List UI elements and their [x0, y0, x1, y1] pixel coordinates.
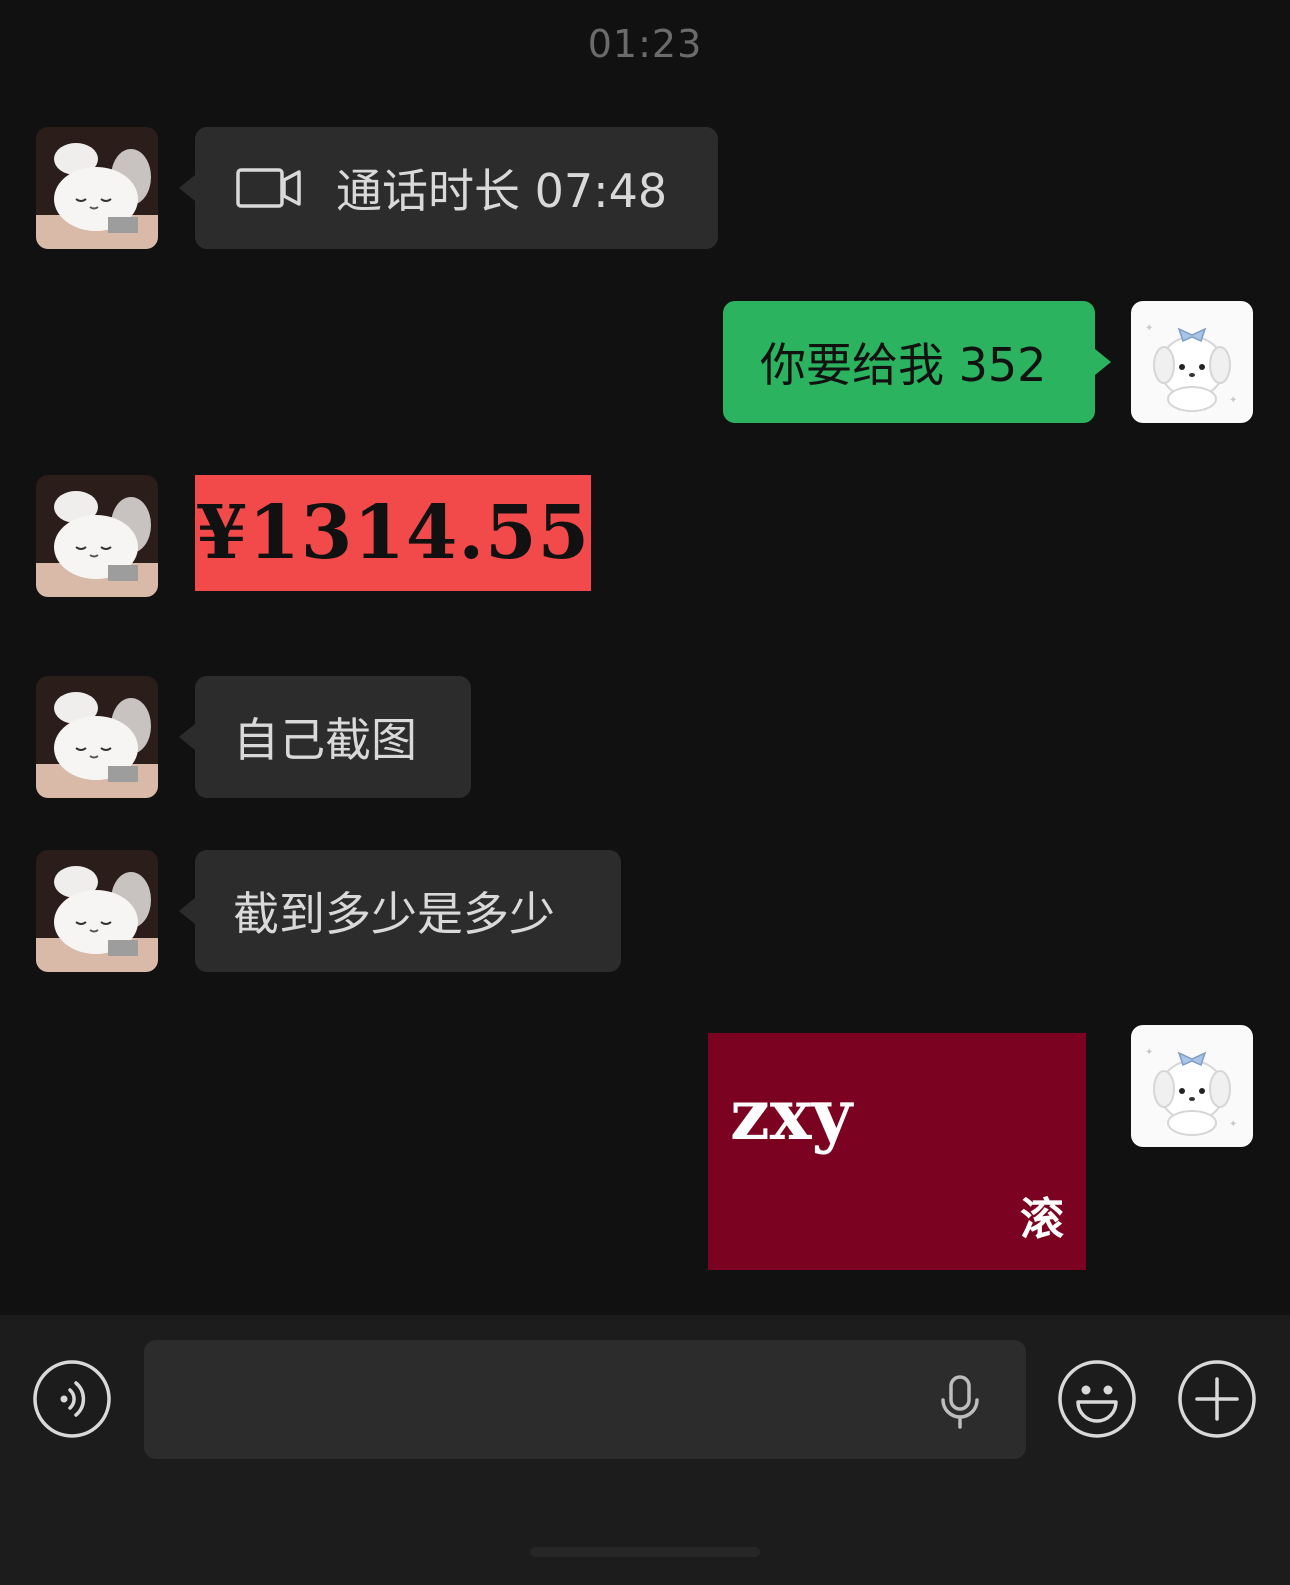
contact-avatar[interactable]: [36, 676, 158, 798]
svg-text:✦: ✦: [1229, 1119, 1237, 1130]
outgoing-message-bubble[interactable]: 你要给我 352: [723, 301, 1111, 423]
message-text: 你要给我 352: [760, 338, 1047, 392]
bunny-plush-avatar: [36, 676, 158, 798]
sticker-image[interactable]: zxy 滚: [708, 1033, 1086, 1270]
svg-text:✦: ✦: [1229, 395, 1237, 406]
sticker-text-line2: 滚: [1020, 1194, 1064, 1245]
svg-text:✦: ✦: [1145, 1047, 1153, 1058]
chat-input-bar: [0, 1315, 1290, 1585]
message-text: 截到多少是多少: [233, 887, 555, 941]
contact-avatar[interactable]: [36, 127, 158, 249]
white-puppy-avatar: ✦ ✦: [1131, 301, 1253, 423]
message-text: 自己截图: [233, 713, 417, 767]
money-amount-image[interactable]: ¥1314.55: [195, 475, 591, 591]
sticker-text-line1: zxy: [730, 1073, 853, 1156]
call-duration-text: 通话时长 07:48: [336, 164, 668, 218]
timestamp: 01:23: [587, 22, 703, 66]
bunny-plush-avatar: [36, 127, 158, 249]
plus-icon: [1178, 1360, 1256, 1438]
amount-text: ¥1314.55: [195, 490, 591, 576]
my-avatar[interactable]: ✦ ✦: [1131, 1025, 1253, 1147]
voice-toggle-icon: [33, 1360, 111, 1438]
bunny-plush-avatar: [36, 475, 158, 597]
incoming-message-bubble[interactable]: 自己截图: [179, 676, 471, 798]
message-input[interactable]: [144, 1340, 1026, 1459]
emoji-button[interactable]: [1057, 1359, 1137, 1439]
bunny-plush-avatar: [36, 850, 158, 972]
white-puppy-avatar: ✦ ✦: [1131, 1025, 1253, 1147]
call-record-bubble[interactable]: 通话时长 07:48: [179, 127, 718, 249]
my-avatar[interactable]: ✦ ✦: [1131, 301, 1253, 423]
home-indicator: [530, 1547, 760, 1557]
emoji-icon: [1058, 1360, 1136, 1438]
contact-avatar[interactable]: [36, 850, 158, 972]
svg-text:✦: ✦: [1145, 323, 1153, 334]
voice-toggle-button[interactable]: [32, 1359, 112, 1439]
more-options-button[interactable]: [1177, 1359, 1257, 1439]
microphone-icon[interactable]: [938, 1374, 982, 1430]
video-call-icon: [236, 168, 301, 208]
contact-avatar[interactable]: [36, 475, 158, 597]
incoming-message-bubble[interactable]: 截到多少是多少: [179, 850, 621, 972]
